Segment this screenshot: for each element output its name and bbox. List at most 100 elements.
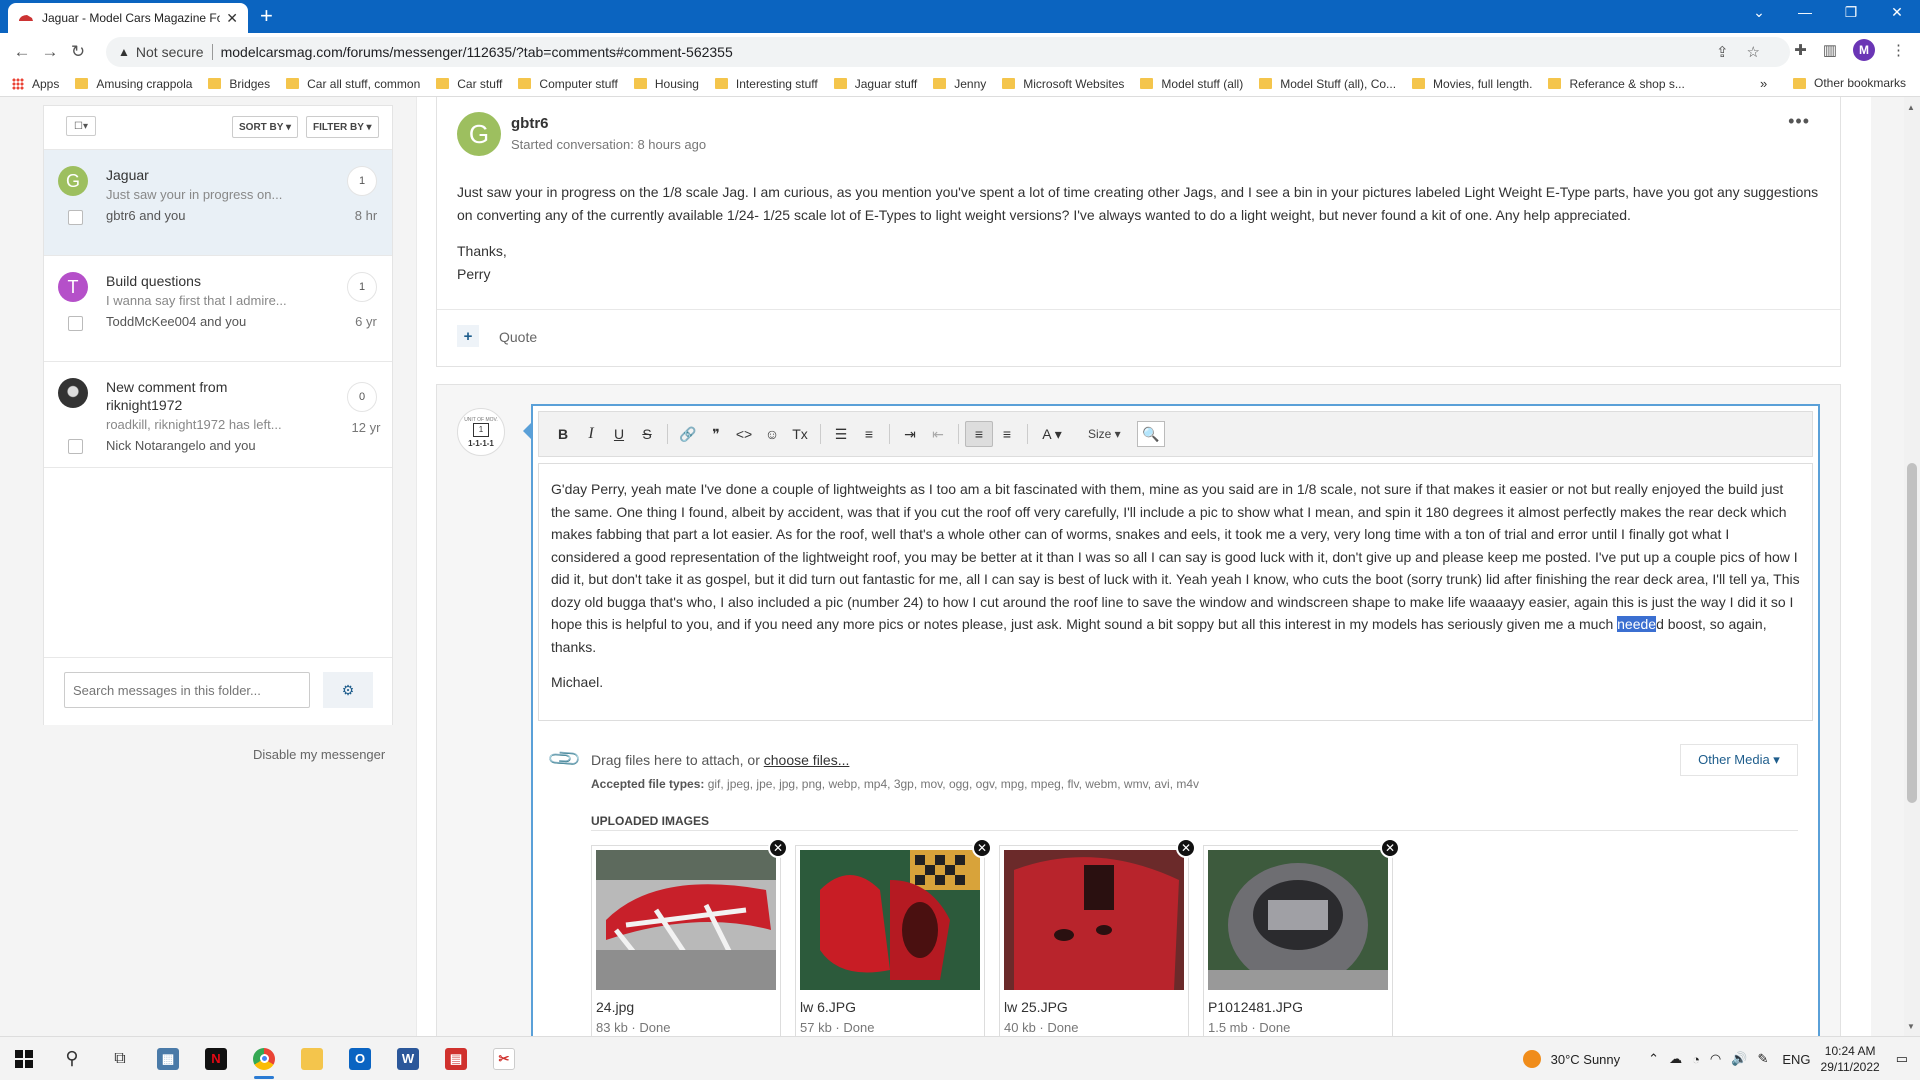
network-icon[interactable]: ◔ (1692, 1052, 1700, 1067)
multiquote-plus-icon[interactable]: + (457, 325, 479, 347)
filter-by-button[interactable]: FILTER BY ▾ (306, 116, 379, 138)
tab-search-icon[interactable]: ⌄ (1744, 4, 1774, 21)
outdent-icon[interactable]: ⇤ (924, 421, 952, 447)
close-tab-icon[interactable]: ✕ (226, 10, 238, 27)
quote-icon[interactable]: ❞ (702, 421, 730, 447)
snipping-tool-icon[interactable]: ✂ (480, 1037, 528, 1080)
underline-button[interactable]: U (605, 421, 633, 447)
bookmark-item[interactable]: Bridges (208, 77, 270, 91)
bookmark-item[interactable]: Car stuff (436, 77, 502, 91)
outlook-icon[interactable]: O (336, 1037, 384, 1080)
clock[interactable]: 10:24 AM 29/11/2022 (1821, 1043, 1880, 1075)
quote-button[interactable]: Quote (499, 329, 537, 345)
minimize-icon[interactable]: — (1790, 4, 1820, 20)
conversation-title[interactable]: New comment from riknight1972 (106, 378, 306, 414)
conversation-checkbox[interactable] (68, 439, 83, 454)
bookmark-item[interactable]: Movies, full length. (1412, 77, 1532, 91)
sort-by-button[interactable]: SORT BY ▾ (232, 116, 299, 138)
extensions-icon[interactable]: ✚ (1794, 41, 1807, 59)
pen-icon[interactable]: ✎ (1757, 1051, 1768, 1067)
show-hidden-icons-icon[interactable]: ⌃ (1648, 1051, 1659, 1067)
remove-image-icon[interactable]: ✕ (972, 838, 992, 858)
share-icon[interactable]: ⇪ (1716, 43, 1729, 61)
search-icon[interactable]: ⚲ (48, 1037, 96, 1080)
chrome-icon[interactable] (240, 1037, 288, 1080)
bookmark-item[interactable]: Model Stuff (all), Co... (1259, 77, 1396, 91)
conversation-item[interactable]: New comment from riknight1972 roadkill, … (44, 362, 392, 468)
scroll-up-icon[interactable]: ▲ (1907, 103, 1915, 112)
bookmark-item[interactable]: Computer stuff (518, 77, 618, 91)
bookmark-item[interactable]: Jenny (933, 77, 986, 91)
search-settings-gear-icon[interactable]: ⚙ (323, 672, 373, 708)
conversation-title[interactable]: Jaguar (106, 166, 306, 184)
forward-icon[interactable]: → (36, 42, 64, 62)
remove-image-icon[interactable]: ✕ (1380, 838, 1400, 858)
emoji-icon[interactable]: ☺ (758, 421, 786, 447)
menu-icon[interactable]: ⋮ (1891, 41, 1906, 59)
page-scrollbar[interactable]: ▲ ▼ (1904, 97, 1920, 1036)
calculator-icon[interactable]: ▦ (144, 1037, 192, 1080)
onedrive-icon[interactable]: ☁ (1669, 1051, 1682, 1067)
clear-format-icon[interactable]: Tx (786, 421, 814, 447)
bookmark-item[interactable]: Referance & shop s... (1548, 77, 1685, 91)
new-tab-button[interactable]: + (260, 5, 273, 27)
bookmark-item[interactable]: Amusing crappola (75, 77, 192, 91)
uploaded-image-card[interactable]: ✕ lw 25.JPG 40 kb · Done (999, 838, 1196, 1036)
bold-button[interactable]: B (549, 421, 577, 447)
profile-avatar[interactable]: M (1853, 39, 1875, 61)
disable-messenger-link[interactable]: Disable my messenger (253, 747, 385, 762)
side-panel-icon[interactable]: ▥ (1823, 41, 1837, 59)
language-indicator[interactable]: ENG (1782, 1052, 1810, 1067)
browser-tab[interactable]: Jaguar - Model Cars Magazine Fo ✕ (8, 3, 248, 33)
code-icon[interactable]: <> (730, 421, 758, 447)
strikethrough-button[interactable]: S (633, 421, 661, 447)
author-avatar[interactable]: G (457, 112, 501, 156)
word-icon[interactable]: W (384, 1037, 432, 1080)
conversation-item[interactable]: G Jaguar Just saw your in progress on...… (44, 150, 392, 256)
more-options-icon[interactable]: ••• (1788, 111, 1810, 132)
author-name[interactable]: gbtr6 (511, 115, 549, 132)
bookmark-item[interactable]: Microsoft Websites (1002, 77, 1124, 91)
indent-icon[interactable]: ⇥ (896, 421, 924, 447)
link-icon[interactable]: 🔗 (674, 421, 702, 447)
bookmarks-overflow-icon[interactable]: » (1760, 76, 1767, 91)
font-size-dropdown[interactable]: Size ▾ (1088, 427, 1121, 441)
url-text[interactable]: modelcarsmag.com/forums/messenger/112635… (221, 44, 733, 60)
align-left-icon[interactable]: ≡ (965, 421, 993, 447)
bookmark-star-icon[interactable]: ☆ (1747, 43, 1760, 61)
scrollbar-thumb[interactable] (1907, 463, 1917, 803)
choose-files-link[interactable]: choose files... (764, 752, 850, 768)
back-icon[interactable]: ← (8, 42, 36, 62)
bookmark-item[interactable]: Car all stuff, common (286, 77, 420, 91)
notifications-icon[interactable]: ▭ (1896, 1051, 1908, 1067)
conversation-checkbox[interactable] (68, 316, 83, 331)
bulleted-list-icon[interactable]: ☰ (827, 421, 855, 447)
bookmark-item[interactable]: Jaguar stuff (833, 77, 917, 91)
close-window-icon[interactable]: ✕ (1882, 4, 1912, 21)
remove-image-icon[interactable]: ✕ (768, 838, 788, 858)
conversation-item[interactable]: T Build questions I wanna say first that… (44, 256, 392, 362)
uploaded-image-card[interactable]: ✕ 24.jpg 83 kb · Done (591, 838, 788, 1036)
remove-image-icon[interactable]: ✕ (1176, 838, 1196, 858)
bookmark-item[interactable]: Model stuff (all) (1140, 77, 1243, 91)
preview-icon[interactable]: 🔍 (1136, 421, 1165, 447)
volume-icon[interactable]: 🔊 (1731, 1051, 1747, 1067)
omnibox[interactable]: ▲ Not secure modelcarsmag.com/forums/mes… (106, 37, 1790, 67)
task-view-icon[interactable]: ⧉ (96, 1037, 144, 1080)
uploaded-image-card[interactable]: ✕ P1012481.JPG 1.5 mb · Done (1203, 838, 1400, 1036)
weather-text[interactable]: 30°C Sunny (1551, 1052, 1621, 1067)
bookmark-item[interactable]: Interesting stuff (714, 77, 818, 91)
restore-icon[interactable]: ❐ (1836, 4, 1866, 21)
uploaded-image-card[interactable]: ✕ lw 6.JPG 57 kb · Done (795, 838, 992, 1036)
italic-button[interactable]: I (577, 421, 605, 447)
bookmark-item[interactable]: Housing (633, 77, 699, 91)
search-messages-input[interactable] (64, 672, 310, 708)
conversation-checkbox[interactable] (68, 210, 83, 225)
reload-icon[interactable]: ↻ (64, 42, 92, 62)
scroll-down-icon[interactable]: ▼ (1907, 1022, 1915, 1031)
bookmark-apps[interactable]: Apps (12, 77, 59, 91)
text-color-icon[interactable]: A ▾ (1034, 421, 1070, 447)
select-all-dropdown[interactable]: ☐▾ (66, 116, 96, 136)
editor-content[interactable]: G'day Perry, yeah mate I've done a coupl… (538, 463, 1813, 721)
other-media-button[interactable]: Other Media ▾ (1680, 744, 1798, 776)
